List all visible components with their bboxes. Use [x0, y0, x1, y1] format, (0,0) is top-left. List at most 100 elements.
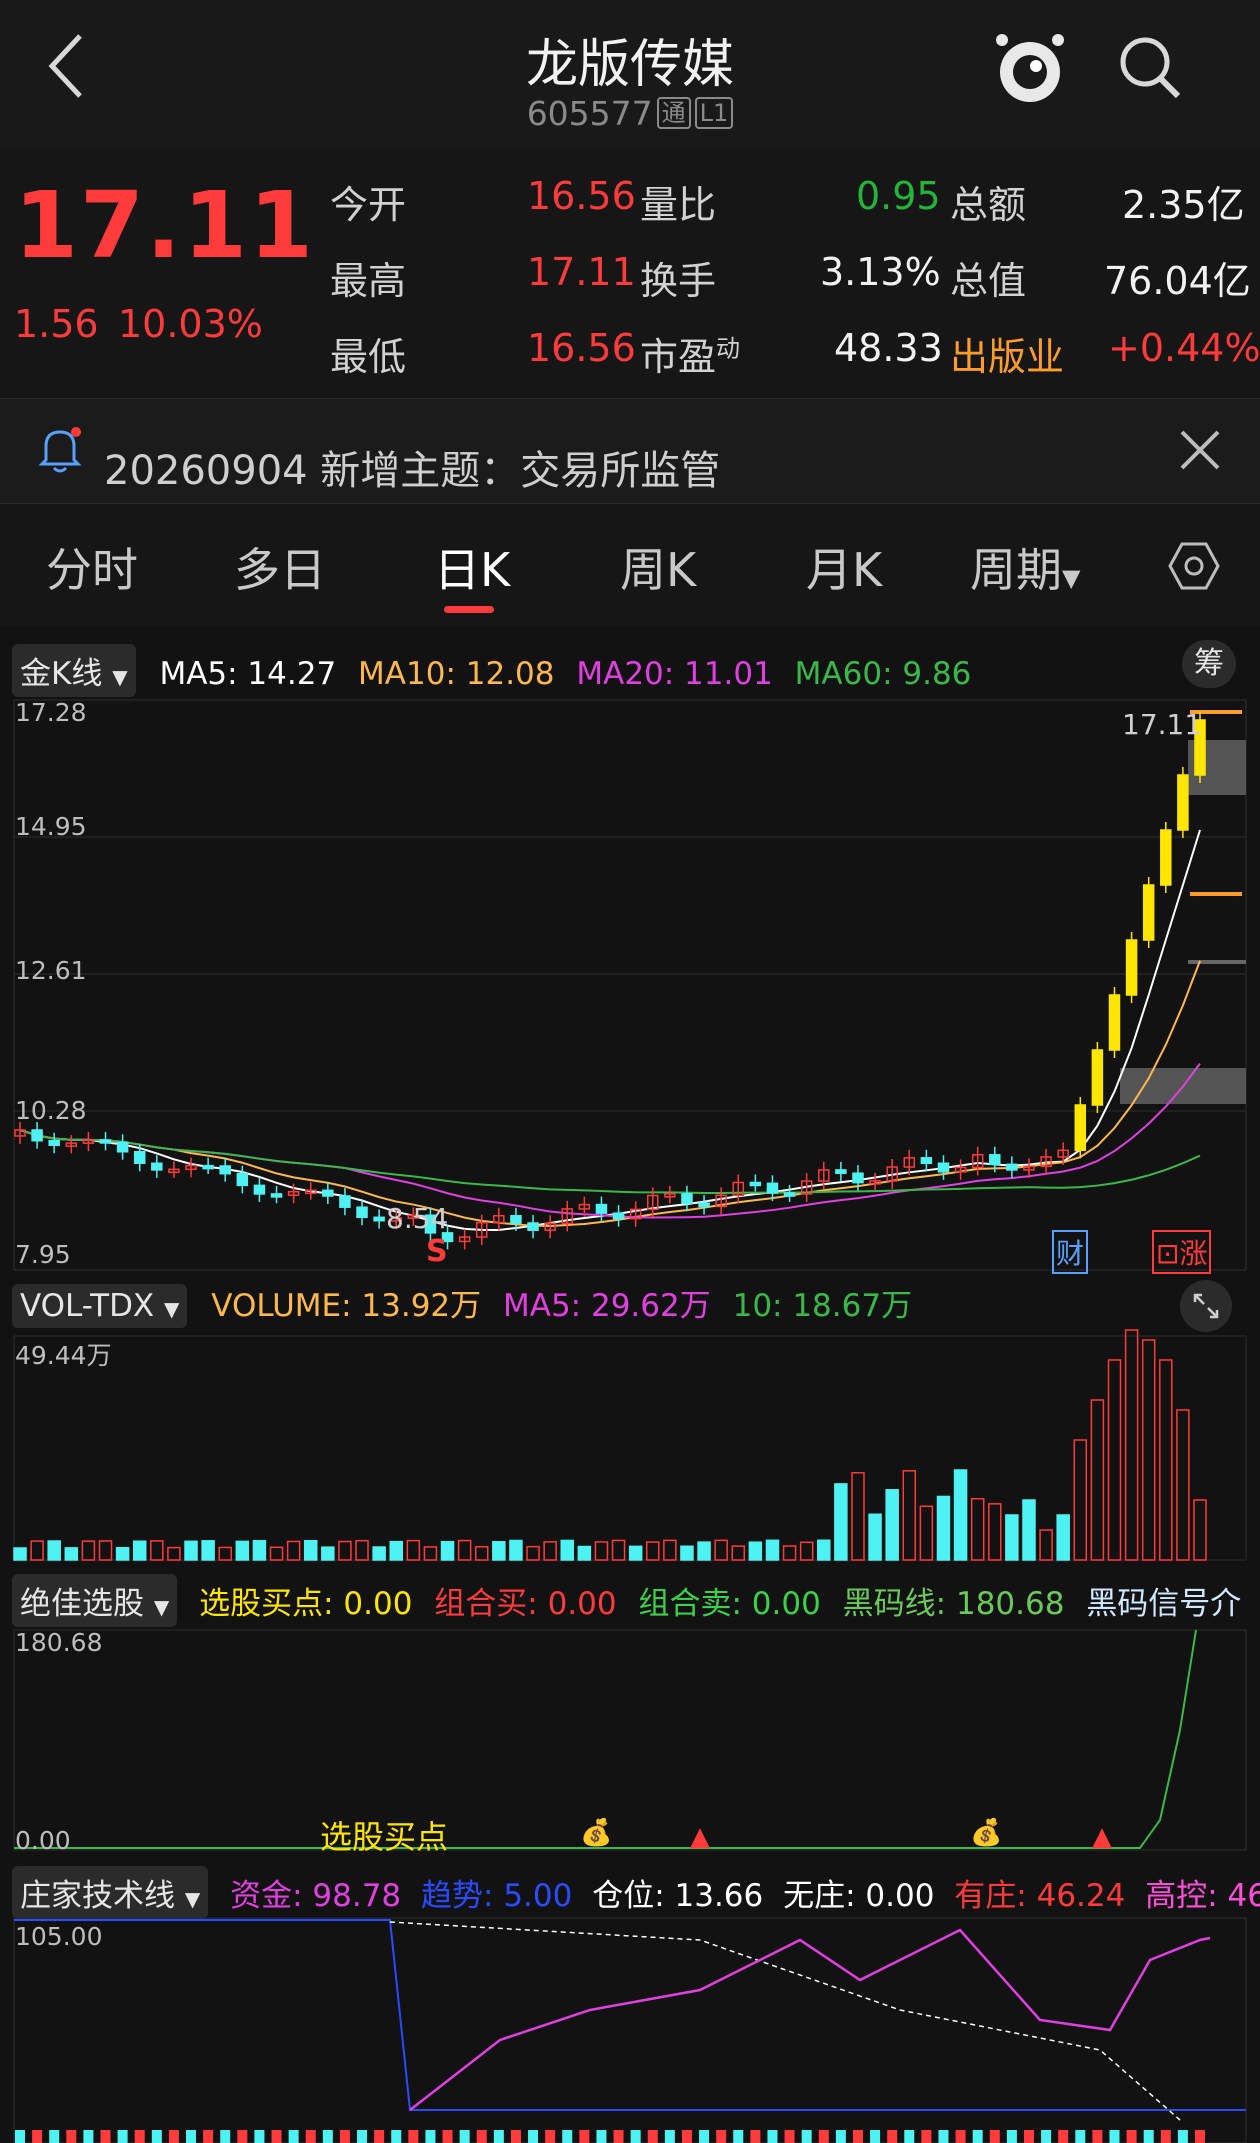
- chip-distribution-button[interactable]: 筹: [1182, 640, 1236, 688]
- black-code-value: 黑码线: 180.68: [842, 1586, 1065, 1622]
- price-change: 1.56: [14, 302, 99, 346]
- tag-level1: L1: [694, 97, 734, 129]
- dealer-bar: [117, 2130, 128, 2143]
- dealer-bar: [32, 2130, 43, 2143]
- volume-bar: [628, 1545, 643, 1561]
- volume-bar: [1022, 1499, 1036, 1561]
- candle-body: [356, 1206, 368, 1219]
- dealer-bar: [254, 2130, 265, 2143]
- dealer-bar: [15, 2130, 25, 2143]
- dealer-bar: [887, 2130, 898, 2143]
- volume-bar: [1124, 1329, 1139, 1561]
- volume-bar: [372, 1546, 386, 1561]
- dealer-bar: [66, 2130, 77, 2143]
- candle-body: [783, 1192, 796, 1197]
- volume-bar: [457, 1539, 472, 1561]
- dealer-bar: [596, 2130, 607, 2143]
- trend-line: [14, 1919, 1246, 2111]
- chart-settings-button[interactable]: [1168, 540, 1220, 592]
- volume-bar: [218, 1546, 232, 1561]
- dealer-selector[interactable]: 庄家技术线 ▼: [12, 1866, 209, 1919]
- y-axis-label-min: 7.95: [15, 1240, 71, 1269]
- limit-up-badge[interactable]: ⊡涨: [1152, 1230, 1212, 1274]
- volume-bar: [970, 1497, 985, 1561]
- volume-bar: [817, 1539, 831, 1561]
- search-button[interactable]: [1115, 32, 1185, 104]
- tab-multi-day[interactable]: 多日: [234, 534, 326, 600]
- chevron-down-icon: ▼: [153, 1595, 170, 1619]
- volume-bar: [851, 1472, 865, 1561]
- candle-body: [253, 1184, 266, 1195]
- dealer-bar: [288, 2130, 299, 2143]
- dealer-bar: [972, 2130, 983, 2143]
- tab-period-dropdown[interactable]: 周期▼: [970, 534, 1080, 600]
- dealer-bar: [510, 2130, 521, 2143]
- volume-bar: [988, 1503, 1002, 1561]
- notice-close-button[interactable]: [1176, 426, 1224, 474]
- dealer-bar: [493, 2130, 504, 2143]
- candle-body: [835, 1169, 847, 1174]
- expand-chart-button[interactable]: [1180, 1280, 1232, 1332]
- tab-monthly-k[interactable]: 月K: [806, 534, 882, 600]
- industry-link[interactable]: 出版业: [950, 326, 1064, 381]
- tag-tong: 通: [656, 97, 691, 129]
- position-line: [389, 1921, 1181, 2121]
- ma60-value: MA60: 9.86: [794, 656, 972, 692]
- black-code-curve: [14, 1629, 1197, 1849]
- dealer-bar: [664, 2130, 675, 2143]
- candle-body: [99, 1139, 112, 1144]
- mascot-button[interactable]: [990, 28, 1070, 108]
- volume-bar: [1107, 1359, 1122, 1561]
- candle-body: [698, 1202, 710, 1208]
- volume-bar: [98, 1540, 113, 1561]
- volume-bar: [526, 1545, 540, 1561]
- no-dealer-value: 无庄: 0.00: [783, 1878, 935, 1914]
- dealer-lines: [14, 1919, 1246, 2143]
- dealer-bar: [151, 2130, 162, 2143]
- volume-bar: [30, 1540, 44, 1561]
- volume-bar: [611, 1539, 626, 1561]
- candle-body: [1160, 829, 1172, 886]
- volume-bar: [594, 1541, 609, 1561]
- volume-bar: [184, 1540, 198, 1561]
- money-bag-icon: 💰: [970, 1818, 1003, 1848]
- y-axis-label-max: 17.28: [15, 698, 87, 727]
- dealer-bar: [1075, 2130, 1086, 2143]
- volume-ma10-value: 10: 18.67万: [732, 1288, 913, 1324]
- dealer-bar: [647, 2130, 658, 2143]
- volume-bar: [697, 1541, 711, 1561]
- candle-body: [920, 1157, 933, 1165]
- dealer-bar: [391, 2130, 402, 2143]
- dealer-bar: [784, 2130, 795, 2143]
- has-dealer-value: 有庄: 46.24: [954, 1878, 1126, 1914]
- dealer-bar: [220, 2130, 231, 2143]
- dealer-bar: [357, 2130, 368, 2143]
- expand-icon: [1193, 1293, 1219, 1319]
- stock-pick-selector[interactable]: 绝佳选股 ▼: [12, 1574, 178, 1627]
- dealer-bar: [528, 2130, 539, 2143]
- dealer-bar: [699, 2130, 710, 2143]
- pick-buy-value: 选股买点: 0.00: [199, 1586, 413, 1622]
- dealer-bar: [134, 2130, 145, 2143]
- dealer-bar: [818, 2130, 829, 2143]
- value-high: 17.11: [527, 250, 636, 294]
- dealer-bar: [852, 2130, 863, 2143]
- industry-change: +0.44%: [1108, 326, 1260, 370]
- chevron-down-icon: ▼: [112, 665, 128, 689]
- tab-daily-k[interactable]: 日K: [434, 534, 510, 600]
- volume-bar: [389, 1540, 403, 1561]
- dealer-bar: [339, 2130, 350, 2143]
- volume-selector[interactable]: VOL-TDX ▼: [12, 1284, 188, 1328]
- dealer-bar: [237, 2130, 248, 2143]
- label-turnover-rate: 换手: [640, 259, 717, 303]
- dealer-bar: [921, 2130, 932, 2143]
- finance-badge[interactable]: 财: [1052, 1230, 1089, 1274]
- y-axis-label-3: 12.61: [15, 956, 87, 985]
- label-open: 今开: [330, 183, 407, 227]
- volume-bar: [919, 1505, 934, 1561]
- dealer-bar: [1109, 2130, 1120, 2143]
- tab-intraday[interactable]: 分时: [46, 534, 138, 600]
- dealer-bar: [955, 2130, 966, 2143]
- volume-bar: [1193, 1499, 1207, 1561]
- tab-weekly-k[interactable]: 周K: [620, 534, 696, 600]
